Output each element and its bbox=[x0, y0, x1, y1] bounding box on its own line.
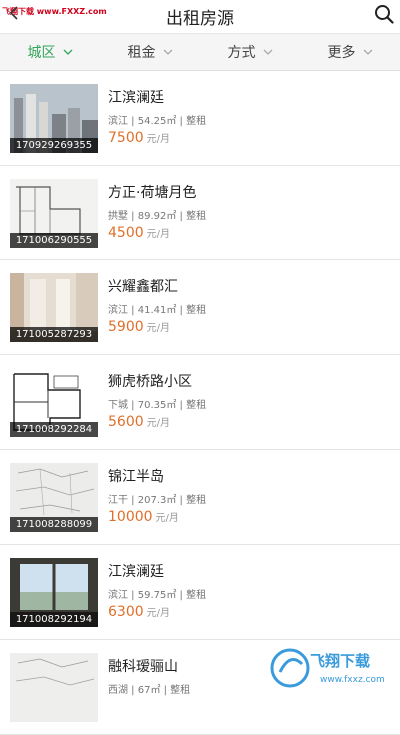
listing-price: 10000 元/月 bbox=[108, 509, 179, 525]
app-header: 飞翔下载 www.FXXZ.com 出租房源 bbox=[0, 0, 400, 33]
listing-name: 融科瑷骊山 bbox=[108, 659, 178, 675]
listing-item[interactable]: 170929269355 江滨澜廷 滨江 | 54.25㎡ | 整租 7500 元… bbox=[0, 71, 400, 166]
listing-name: 狮虎桥路小区 bbox=[108, 374, 192, 390]
filter-more[interactable]: 更多 bbox=[300, 34, 400, 70]
listing-item[interactable]: 171008292194 江滨澜廷 滨江 | 59.75㎡ | 整租 6300 元… bbox=[0, 545, 400, 640]
listing-photo: 171006290555 bbox=[10, 179, 98, 248]
page-title: 出租房源 bbox=[166, 9, 234, 29]
chevron-down-icon bbox=[263, 49, 272, 55]
price-value: 5900 bbox=[108, 319, 144, 335]
listing-meta: 下城 | 70.35㎡ | 整租 bbox=[108, 400, 207, 411]
listing-photo: 171008292194 bbox=[10, 558, 98, 627]
listing-photo: 170929269355 bbox=[10, 84, 98, 153]
listing-meta: 西湖 | 67㎡ | 整租 bbox=[108, 685, 191, 696]
chevron-down-icon bbox=[363, 49, 372, 55]
listing-price: 5900 元/月 bbox=[108, 319, 170, 335]
listing-photo: 171005287293 bbox=[10, 273, 98, 342]
listing-code: 171006290555 bbox=[10, 233, 98, 248]
listing-meta: 江干 | 207.3㎡ | 整租 bbox=[108, 495, 207, 506]
filter-district[interactable]: 城区 bbox=[0, 34, 100, 70]
listing-code: 171008292284 bbox=[10, 422, 98, 437]
price-value: 6300 bbox=[108, 604, 144, 620]
listing-price: 4500 元/月 bbox=[108, 225, 170, 241]
listing-name: 江滨澜廷 bbox=[108, 564, 164, 580]
filter-rent[interactable]: 租金 bbox=[100, 34, 200, 70]
filter-label: 城区 bbox=[27, 45, 56, 61]
listing-list: 170929269355 江滨澜廷 滨江 | 54.25㎡ | 整租 7500 元… bbox=[0, 71, 400, 735]
listing-code: 171008292194 bbox=[10, 612, 98, 627]
price-unit: 元/月 bbox=[146, 134, 171, 145]
listing-meta: 滨江 | 59.75㎡ | 整租 bbox=[108, 590, 207, 601]
chevron-down-icon bbox=[163, 49, 172, 55]
price-value: 10000 bbox=[108, 509, 153, 525]
listing-meta: 滨江 | 54.25㎡ | 整租 bbox=[108, 116, 207, 127]
filter-bar: 城区 租金 方式 更多 bbox=[0, 33, 400, 71]
listing-photo: 171008288099 bbox=[10, 463, 98, 532]
price-unit: 元/月 bbox=[146, 418, 171, 429]
price-unit: 元/月 bbox=[146, 229, 171, 240]
price-value: 4500 bbox=[108, 225, 144, 241]
price-value: 5600 bbox=[108, 414, 144, 430]
chevron-down-icon bbox=[63, 49, 72, 55]
price-unit: 元/月 bbox=[146, 323, 171, 334]
price-value: 7500 bbox=[108, 130, 144, 146]
listing-name: 兴耀鑫都汇 bbox=[108, 279, 178, 295]
listing-meta: 滨江 | 41.41㎡ | 整租 bbox=[108, 305, 207, 316]
listing-item[interactable]: 171008288099 锦江半岛 江干 | 207.3㎡ | 整租 10000… bbox=[0, 450, 400, 545]
search-icon[interactable] bbox=[374, 4, 394, 24]
listing-item[interactable]: 171005287293 兴耀鑫都汇 滨江 | 41.41㎡ | 整租 5900… bbox=[0, 260, 400, 355]
listing-code: 171005287293 bbox=[10, 327, 98, 342]
price-unit: 元/月 bbox=[155, 513, 179, 524]
listing-photo: 171008292284 bbox=[10, 368, 98, 437]
listing-name: 方正·荷塘月色 bbox=[108, 185, 197, 201]
listing-meta: 拱墅 | 89.92㎡ | 整租 bbox=[108, 211, 207, 222]
listing-photo bbox=[10, 653, 98, 722]
price-unit: 元/月 bbox=[146, 608, 171, 619]
listing-code: 170929269355 bbox=[10, 138, 98, 153]
filter-label: 更多 bbox=[327, 45, 356, 61]
listing-item[interactable]: 171006290555 方正·荷塘月色 拱墅 | 89.92㎡ | 整租 45… bbox=[0, 166, 400, 260]
watermark-brand: 飞翔下载 bbox=[310, 652, 371, 670]
listing-name: 江滨澜廷 bbox=[108, 90, 164, 106]
filter-mode[interactable]: 方式 bbox=[200, 34, 300, 70]
listing-item[interactable]: 171008292284 狮虎桥路小区 下城 | 70.35㎡ | 整租 560… bbox=[0, 355, 400, 450]
listing-price: 6300 元/月 bbox=[108, 604, 170, 620]
filter-label: 租金 bbox=[127, 45, 156, 61]
watermark-url: www.fxxz.com bbox=[320, 675, 385, 685]
listing-name: 锦江半岛 bbox=[108, 469, 164, 485]
filter-label: 方式 bbox=[227, 45, 256, 61]
listing-code: 171008288099 bbox=[10, 517, 98, 532]
listing-price: 5600 元/月 bbox=[108, 414, 170, 430]
listing-price: 7500 元/月 bbox=[108, 130, 170, 146]
